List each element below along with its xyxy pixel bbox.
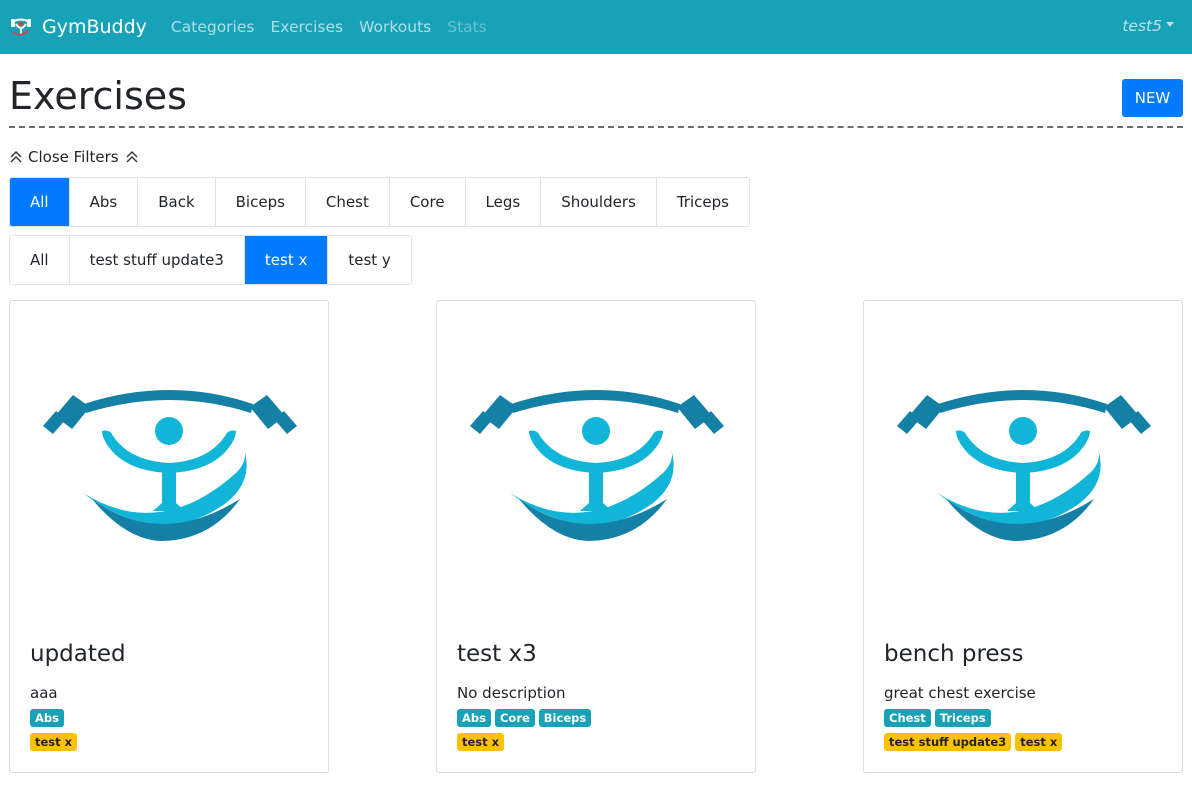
exercise-card[interactable]: test x3 No description Abs Core Biceps t… <box>436 300 756 773</box>
gym-logo-icon <box>897 390 1151 541</box>
category-filter-all[interactable]: All <box>10 178 70 226</box>
category-badge: Chest <box>884 709 931 727</box>
brand-link[interactable]: GymBuddy <box>10 16 147 38</box>
category-badges: Abs <box>30 709 68 727</box>
exercise-card[interactable]: bench press great chest exercise Chest T… <box>863 300 1183 773</box>
category-filter-group: All Abs Back Biceps Chest Core Legs Shou… <box>9 177 750 227</box>
category-badge: Triceps <box>934 709 991 727</box>
brand-name: GymBuddy <box>42 16 147 38</box>
card-title: bench press <box>884 641 1024 667</box>
close-filters-label: Close Filters <box>28 148 119 166</box>
tag-badge: test stuff update3 <box>884 733 1012 751</box>
tag-badges: test x <box>30 733 81 751</box>
card-description: aaa <box>30 684 58 702</box>
category-filter-chest[interactable]: Chest <box>305 178 390 226</box>
category-badge: Core <box>494 709 535 727</box>
tag-filter-test-stuff-update3[interactable]: test stuff update3 <box>69 236 245 284</box>
tag-badges: test stuff update3 test x <box>884 733 1066 751</box>
card-title: updated <box>30 641 126 667</box>
category-filter-legs[interactable]: Legs <box>465 178 542 226</box>
close-filters-toggle[interactable]: Close Filters <box>9 148 139 166</box>
tag-filter-all[interactable]: All <box>10 236 70 284</box>
gym-logo-icon <box>470 390 724 541</box>
category-filter-biceps[interactable]: Biceps <box>215 178 306 226</box>
double-chevron-up-icon <box>10 151 22 163</box>
page-title: Exercises <box>9 74 187 118</box>
tag-filter-test-x[interactable]: test x <box>244 236 329 284</box>
card-title: test x3 <box>457 641 537 667</box>
tag-filter-test-y[interactable]: test y <box>328 236 411 284</box>
category-filter-shoulders[interactable]: Shoulders <box>541 178 657 226</box>
user-name: test5 <box>1122 17 1162 35</box>
nav-stats[interactable]: Stats <box>447 18 487 36</box>
category-badge: Abs <box>30 709 64 727</box>
caret-down-icon <box>1166 22 1174 27</box>
category-filter-triceps[interactable]: Triceps <box>656 178 749 226</box>
header-divider <box>9 126 1183 128</box>
category-badges: Chest Triceps <box>884 709 995 727</box>
nav-categories[interactable]: Categories <box>171 18 255 36</box>
category-badge: Biceps <box>538 709 592 727</box>
category-filter-back[interactable]: Back <box>138 178 216 226</box>
tag-badge: test x <box>30 733 78 751</box>
tag-filter-group: All test stuff update3 test x test y <box>9 235 412 285</box>
card-description: great chest exercise <box>884 684 1036 702</box>
tag-badge: test x <box>457 733 505 751</box>
top-navbar: GymBuddy Categories Exercises Workouts S… <box>0 0 1192 54</box>
nav-workouts[interactable]: Workouts <box>359 18 431 36</box>
double-chevron-up-icon <box>126 151 138 163</box>
gym-logo-icon <box>43 390 297 541</box>
user-dropdown[interactable]: test5 <box>1122 17 1174 35</box>
tag-badge: test x <box>1015 733 1063 751</box>
new-exercise-button[interactable]: NEW <box>1122 79 1183 117</box>
tag-badges: test x <box>457 733 508 751</box>
category-filter-abs[interactable]: Abs <box>69 178 139 226</box>
category-badge: Abs <box>457 709 491 727</box>
exercise-card[interactable]: updated aaa Abs test x <box>9 300 329 773</box>
card-description: No description <box>457 684 566 702</box>
category-filter-core[interactable]: Core <box>389 178 466 226</box>
dumbbell-logo-icon <box>11 18 31 36</box>
category-badges: Abs Core Biceps <box>457 709 595 727</box>
nav-exercises[interactable]: Exercises <box>270 18 343 36</box>
